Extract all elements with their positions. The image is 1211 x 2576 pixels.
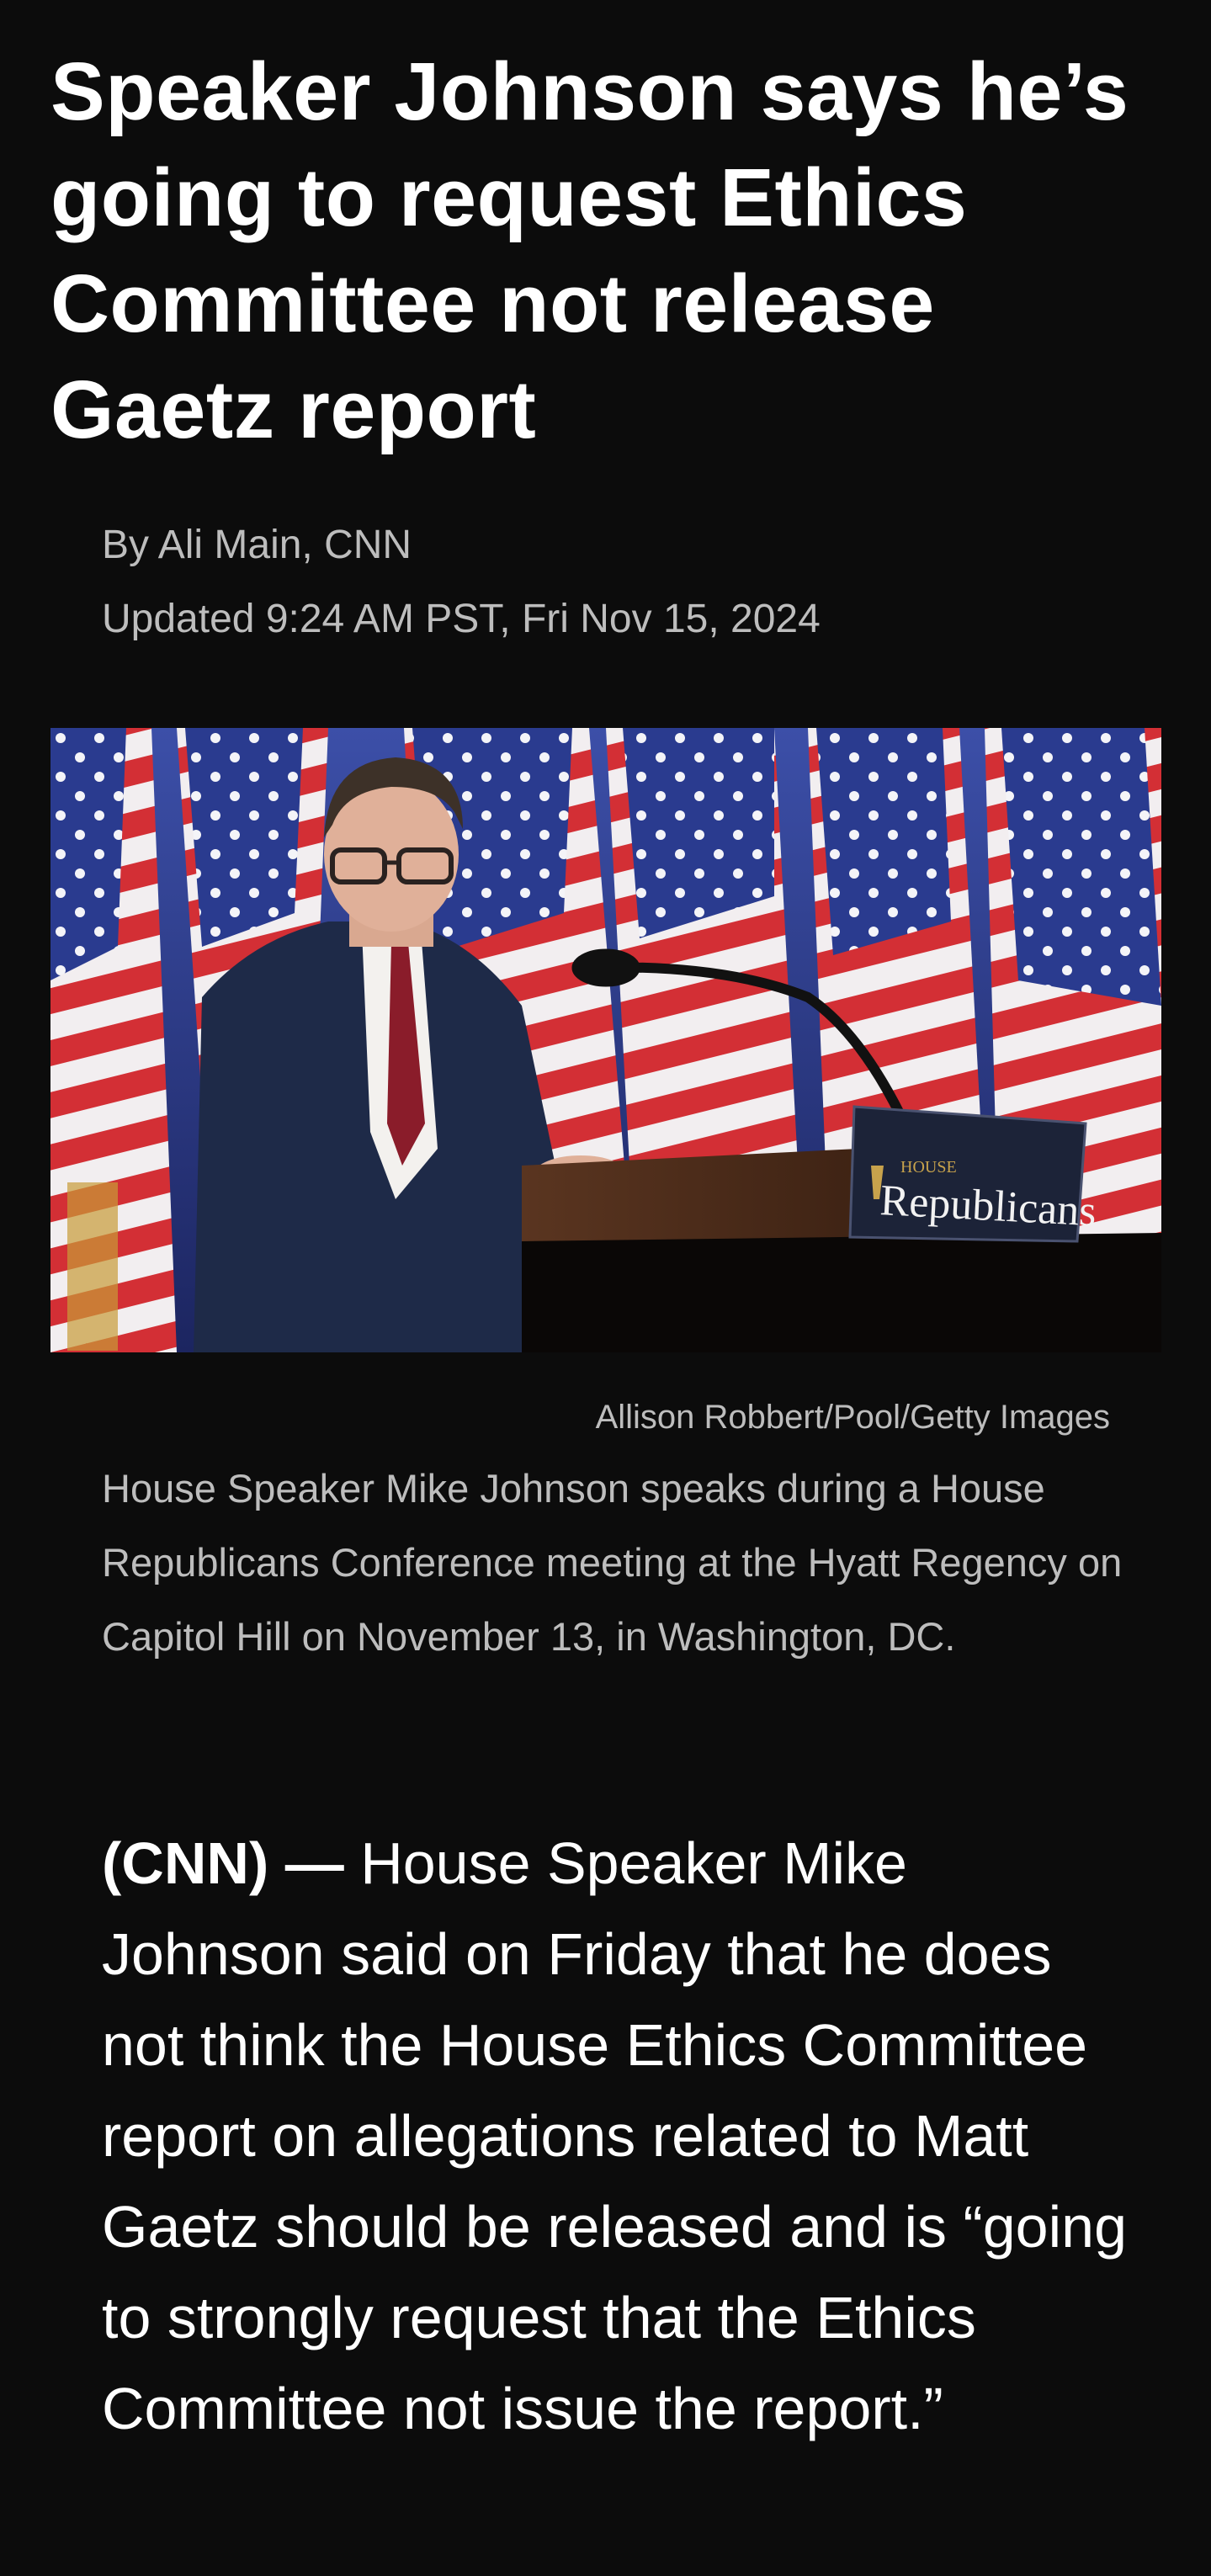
article-headline: Speaker Johnson says he’s going to reque… [50,45,1129,455]
article: Speaker Johnson says he’s going to reque… [0,0,1211,2576]
timestamp: Updated 9:24 AM PST, Fri Nov 15, 2024 [102,597,821,641]
podium-sign-small: HOUSE [900,1158,957,1176]
byline[interactable]: By Ali Main, CNN [102,522,412,569]
lead-text: House Speaker Mike Johnson said on Frida… [102,1830,1128,2441]
dateline: (CNN) — [102,1830,344,1896]
hero-image[interactable]: HOUSE Republicans [50,728,1161,1352]
image-caption: House Speaker Mike Johnson speaks during… [102,1466,1123,1659]
image-credit: Allison Robbert/Pool/Getty Images [595,1399,1110,1436]
article-lead-paragraph: (CNN) — House Speaker Mike Johnson said … [102,1818,1145,2454]
hero-photo-illustration: HOUSE Republicans [50,728,1161,1352]
